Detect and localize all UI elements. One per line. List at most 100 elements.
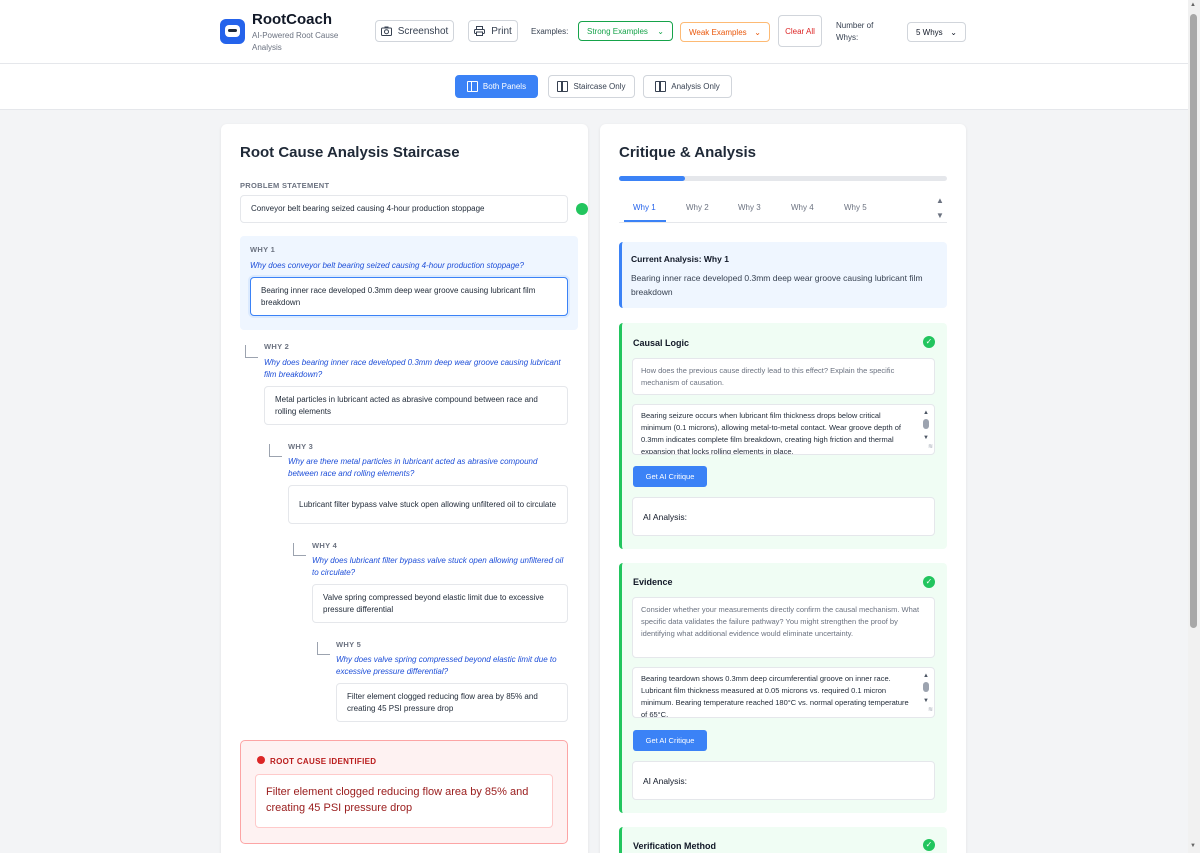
tab-why-3[interactable]: Why 3 <box>738 203 761 212</box>
tab-why-1[interactable]: Why 1 <box>633 203 656 212</box>
why-2-answer-input[interactable]: Metal particles in lubricant acted as ab… <box>264 386 568 425</box>
view-toggle-bar: Both Panels Staircase Only Analysis Only <box>0 64 1188 110</box>
number-of-whys-select[interactable]: 5 Whys ⌄ <box>907 22 966 42</box>
causal-logic-textarea[interactable]: Bearing seizure occurs when lubricant fi… <box>632 404 935 455</box>
causal-logic-answer: Bearing seizure occurs when lubricant fi… <box>641 411 901 455</box>
why-4-answer-input[interactable]: Valve spring compressed beyond elastic l… <box>312 584 568 623</box>
tab-why-5[interactable]: Why 5 <box>844 203 867 212</box>
ai-analysis-label: AI Analysis: <box>643 775 687 786</box>
causal-logic-title: Causal Logic <box>633 338 690 348</box>
scrollbar-thumb[interactable] <box>923 682 929 692</box>
root-cause-label: ROOT CAUSE IDENTIFIED <box>270 757 377 766</box>
print-button[interactable]: Print <box>468 20 518 42</box>
scroll-up-icon[interactable]: ▲ <box>921 670 931 682</box>
check-circle-icon: ✓ <box>923 576 935 588</box>
staircase-connector <box>245 345 258 358</box>
status-indicator <box>576 203 588 215</box>
screenshot-button[interactable]: Screenshot <box>375 20 454 42</box>
evidence-title: Evidence <box>633 577 673 587</box>
causal-logic-hint: How does the previous cause directly lea… <box>632 358 935 395</box>
why-3-answer: Lubricant filter bypass valve stuck open… <box>299 499 557 509</box>
clear-all-label: Clear All <box>785 26 815 36</box>
staircase-connector <box>317 642 330 655</box>
strong-examples-select[interactable]: Strong Examples ⌄ <box>578 21 673 41</box>
evidence-textarea[interactable]: Bearing teardown shows 0.3mm deep circum… <box>632 667 935 718</box>
ai-analysis-box: AI Analysis: <box>632 497 935 536</box>
number-of-whys-value: 5 Whys <box>916 27 943 37</box>
why-3-question: Why are there metal particles in lubrica… <box>288 457 538 478</box>
current-analysis-title: Current Analysis: Why 1 <box>631 254 729 264</box>
red-circle-icon <box>257 756 265 764</box>
chevron-down-icon: ⌄ <box>754 27 761 37</box>
progress-bar <box>619 176 947 181</box>
problem-statement-input[interactable]: Conveyor belt bearing seized causing 4-h… <box>240 195 568 223</box>
resize-handle-icon[interactable]: ≋ <box>928 441 933 453</box>
why-1-answer: Bearing inner race developed 0.3mm deep … <box>261 285 536 307</box>
ai-analysis-box: AI Analysis: <box>632 761 935 800</box>
get-ai-critique-button[interactable]: Get AI Critique <box>633 466 707 487</box>
weak-examples-select[interactable]: Weak Examples ⌄ <box>680 22 770 42</box>
page-scrollbar-thumb[interactable] <box>1190 14 1197 628</box>
clear-all-button[interactable]: Clear All <box>778 15 822 47</box>
check-circle-icon: ✓ <box>923 336 935 348</box>
printer-icon <box>474 26 486 36</box>
staircase-connector <box>293 543 306 556</box>
strong-examples-label: Strong Examples <box>587 26 648 36</box>
why-5-question: Why does valve spring compressed beyond … <box>336 655 557 676</box>
app-header: RootCoach AI-Powered Root Cause Analysis… <box>0 0 1188 64</box>
why-4-question: Why does lubricant filter bypass valve s… <box>312 556 564 577</box>
scrollbar-thumb[interactable] <box>923 419 929 429</box>
why-2-question: Why does bearing inner race developed 0.… <box>264 358 561 379</box>
why-2-label: WHY 2 <box>264 342 290 351</box>
evidence-hint: Consider whether your measurements direc… <box>632 597 935 658</box>
examples-label: Examples: <box>531 27 569 36</box>
tab-why-2[interactable]: Why 2 <box>686 203 709 212</box>
tabs-divider <box>619 222 947 223</box>
why-1-question: Why does conveyor belt bearing seized ca… <box>250 261 524 270</box>
number-of-whys-label: Number of Whys: <box>836 21 874 42</box>
current-analysis-text: Bearing inner race developed 0.3mm deep … <box>631 273 923 297</box>
panels-icon <box>655 81 667 92</box>
both-panels-toggle[interactable]: Both Panels <box>455 75 538 98</box>
screenshot-label: Screenshot <box>397 25 449 37</box>
panels-icon <box>557 81 569 92</box>
why-5-answer: Filter element clogged reducing flow are… <box>347 691 538 713</box>
get-ai-critique-button[interactable]: Get AI Critique <box>633 730 707 751</box>
app-subtitle: AI-Powered Root Cause Analysis <box>252 31 339 52</box>
both-panels-label: Both Panels <box>482 82 527 91</box>
chevron-down-icon: ⌄ <box>950 27 957 37</box>
page-scrollbar[interactable]: ▲ ▼ <box>1188 0 1200 853</box>
scroll-down-icon[interactable]: ▼ <box>936 211 944 220</box>
why-1-answer-input[interactable]: Bearing inner race developed 0.3mm deep … <box>250 277 568 316</box>
why-2-answer: Metal particles in lubricant acted as ab… <box>275 394 538 416</box>
analysis-only-toggle[interactable]: Analysis Only <box>643 75 732 98</box>
print-label: Print <box>491 25 512 37</box>
problem-statement-value: Conveyor belt bearing seized causing 4-h… <box>251 204 485 213</box>
why-1-label: WHY 1 <box>250 245 276 254</box>
why-5-label: WHY 5 <box>336 640 362 649</box>
resize-handle-icon[interactable]: ≋ <box>928 704 933 716</box>
ai-analysis-label: AI Analysis: <box>643 511 687 522</box>
staircase-title: Root Cause Analysis Staircase <box>240 144 460 161</box>
panels-icon <box>466 81 478 92</box>
evidence-answer: Bearing teardown shows 0.3mm deep circum… <box>641 674 909 718</box>
scroll-down-icon[interactable]: ▼ <box>1190 843 1196 849</box>
why-3-answer-input[interactable]: Lubricant filter bypass valve stuck open… <box>288 485 568 524</box>
tab-why-4[interactable]: Why 4 <box>791 203 814 212</box>
scroll-up-icon[interactable]: ▲ <box>936 196 944 205</box>
why-3-label: WHY 3 <box>288 442 314 451</box>
scroll-up-icon[interactable]: ▲ <box>1190 2 1196 8</box>
chevron-down-icon: ⌄ <box>657 26 664 36</box>
problem-statement-label: PROBLEM STATEMENT <box>240 181 330 190</box>
analysis-title: Critique & Analysis <box>619 144 756 161</box>
why-4-label: WHY 4 <box>312 541 338 550</box>
why-5-answer-input[interactable]: Filter element clogged reducing flow are… <box>336 683 568 722</box>
root-cause-value: Filter element clogged reducing flow are… <box>255 774 553 828</box>
analysis-only-label: Analysis Only <box>671 82 720 91</box>
progress-fill <box>619 176 685 181</box>
staircase-only-label: Staircase Only <box>573 82 626 91</box>
scroll-up-icon[interactable]: ▲ <box>921 407 931 419</box>
staircase-only-toggle[interactable]: Staircase Only <box>548 75 635 98</box>
check-circle-icon: ✓ <box>923 839 935 851</box>
camera-icon <box>380 26 392 36</box>
